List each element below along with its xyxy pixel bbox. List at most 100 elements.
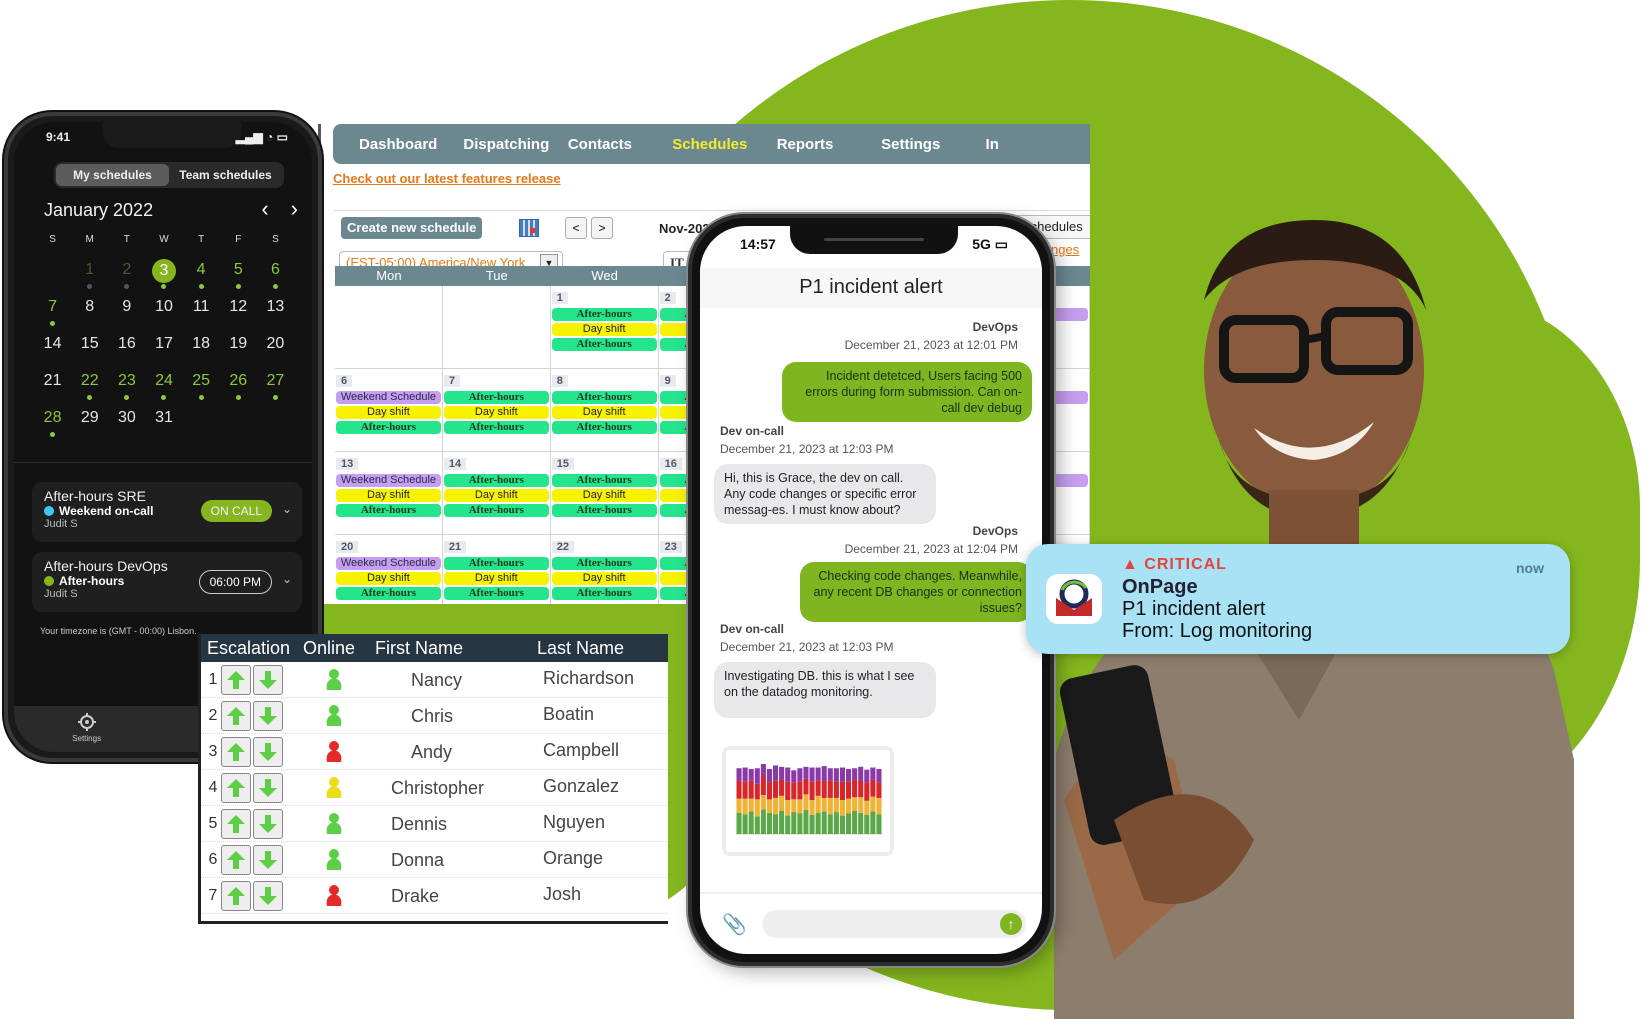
calendar-day[interactable]: 8 [71,296,108,323]
calendar-day-cell[interactable]: 7 After-hours Day shift After-hours [443,369,551,451]
calendar-day[interactable]: 1 [71,259,108,289]
calendar-day[interactable]: 14 [34,333,71,360]
calendar-day[interactable]: 26 [220,370,257,400]
paperclip-icon[interactable]: 📎 [722,912,747,937]
schedule-event[interactable]: After-hours [336,587,441,600]
tab-settings[interactable]: Settings [72,712,101,752]
move-up-button[interactable] [221,736,251,767]
nav-contacts[interactable]: Contacts [568,136,672,153]
chevron-down-icon[interactable]: ⌄ [282,502,292,516]
calendar-day[interactable]: 20 [257,333,294,360]
calendar-day[interactable]: 22 [71,370,108,400]
schedule-event[interactable]: Day shift [551,323,657,336]
schedule-event[interactable]: Day shift [551,489,657,502]
schedule-event[interactable]: After-hours [551,587,657,600]
calendar-day-cell[interactable]: 6 Weekend Schedule Day shift After-hours [335,369,443,451]
schedule-event[interactable]: Day shift [443,406,549,419]
schedule-event[interactable]: After-hours [443,557,549,570]
calendar-day[interactable]: 31 [145,407,182,434]
move-down-button[interactable] [253,700,283,731]
move-down-button[interactable] [253,844,283,875]
schedule-event[interactable]: Day shift [443,572,549,585]
schedule-event[interactable]: Day shift [336,572,441,585]
calendar-day[interactable]: 17 [145,333,182,360]
schedule-event[interactable]: Day shift [336,406,441,419]
calendar-day-cell[interactable] [443,286,551,368]
schedule-event[interactable]: After-hours [443,587,549,600]
move-up-button[interactable] [221,880,251,911]
move-down-button[interactable] [253,736,283,767]
nav-settings[interactable]: Settings [881,136,985,153]
schedule-event[interactable]: After-hours [551,504,657,517]
chevron-right-icon[interactable]: › [291,196,298,222]
schedule-event[interactable]: Day shift [443,489,549,502]
schedule-event[interactable]: After-hours [336,504,441,517]
calendar-day-cell[interactable]: 20 Weekend Schedule Day shift After-hours [335,535,443,604]
calendar-day[interactable]: 11 [183,296,220,323]
calendar-day[interactable]: 19 [220,333,257,360]
nav-reports[interactable]: Reports [777,136,881,153]
calendar-day[interactable]: 3 [145,259,182,289]
calendar-day[interactable]: 30 [108,407,145,434]
calendar-day[interactable]: 2 [108,259,145,289]
calendar-day[interactable]: 25 [183,370,220,400]
calendar-day[interactable]: 12 [220,296,257,323]
next-month-button[interactable]: > [591,217,613,239]
calendar-icon[interactable] [519,219,539,237]
calendar-day[interactable]: 23 [108,370,145,400]
segment-my-schedules[interactable]: My schedules [56,164,169,186]
chevron-left-icon[interactable]: ‹ [261,196,268,222]
calendar-day[interactable]: 7 [34,296,71,326]
schedule-event[interactable]: After-hours [443,504,549,517]
nav-in[interactable]: In [986,136,1090,153]
move-up-button[interactable] [221,664,251,695]
move-down-button[interactable] [253,808,283,839]
schedule-event[interactable]: After-hours [443,391,549,404]
chevron-down-icon[interactable]: ⌄ [282,572,292,586]
schedule-event[interactable]: After-hours [551,391,657,404]
calendar-day[interactable]: 27 [257,370,294,400]
schedule-event[interactable]: After-hours [551,308,657,321]
features-release-link[interactable]: Check out our latest features release [333,171,561,186]
schedule-card[interactable]: After-hours DevOps After-hours Judit S 06:0… [32,552,302,612]
schedule-event[interactable]: Day shift [336,489,441,502]
calendar-day-cell[interactable]: 22 After-hours Day shift After-hours [551,535,659,604]
calendar-day[interactable]: 24 [145,370,182,400]
schedule-event[interactable]: After-hours [551,338,657,351]
schedule-event[interactable]: After-hours [551,421,657,434]
schedule-event[interactable]: Weekend Schedule [336,391,441,404]
calendar-day[interactable]: 29 [71,407,108,434]
segment-team-schedules[interactable]: Team schedules [169,164,282,186]
move-up-button[interactable] [221,808,251,839]
move-down-button[interactable] [253,664,283,695]
message-input[interactable] [762,910,1026,938]
calendar-day[interactable]: 10 [145,296,182,323]
calendar-day[interactable]: 28 [34,407,71,437]
send-button[interactable]: ↑ [1000,913,1022,935]
calendar-day[interactable]: 15 [71,333,108,360]
calendar-day[interactable]: 13 [257,296,294,323]
calendar-day-cell[interactable]: 21 After-hours Day shift After-hours [443,535,551,604]
calendar-day-cell[interactable]: 15 After-hours Day shift After-hours [551,452,659,534]
schedule-event[interactable]: Weekend Schedule [336,557,441,570]
move-up-button[interactable] [221,772,251,803]
calendar-day[interactable]: 16 [108,333,145,360]
nav-dashboard[interactable]: Dashboard [359,136,463,153]
calendar-day[interactable]: 18 [183,333,220,360]
push-notification[interactable]: ▲ CRITICAL OnPage P1 incident alert From… [1026,544,1570,654]
schedule-event[interactable]: After-hours [443,474,549,487]
calendar-day-cell[interactable] [335,286,443,368]
calendar-day-cell[interactable]: 13 Weekend Schedule Day shift After-hours [335,452,443,534]
calendar-day[interactable]: 6 [257,259,294,289]
schedule-event[interactable]: After-hours [443,421,549,434]
schedule-event[interactable]: Weekend Schedule [336,474,441,487]
move-down-button[interactable] [253,772,283,803]
calendar-day[interactable]: 9 [108,296,145,323]
calendar-day[interactable]: 4 [183,259,220,289]
datadog-chart-attachment[interactable] [722,746,894,856]
move-up-button[interactable] [221,844,251,875]
schedule-event[interactable]: After-hours [551,557,657,570]
schedule-event[interactable]: After-hours [336,421,441,434]
prev-month-button[interactable]: < [565,217,587,239]
schedule-event[interactable]: Day shift [551,572,657,585]
